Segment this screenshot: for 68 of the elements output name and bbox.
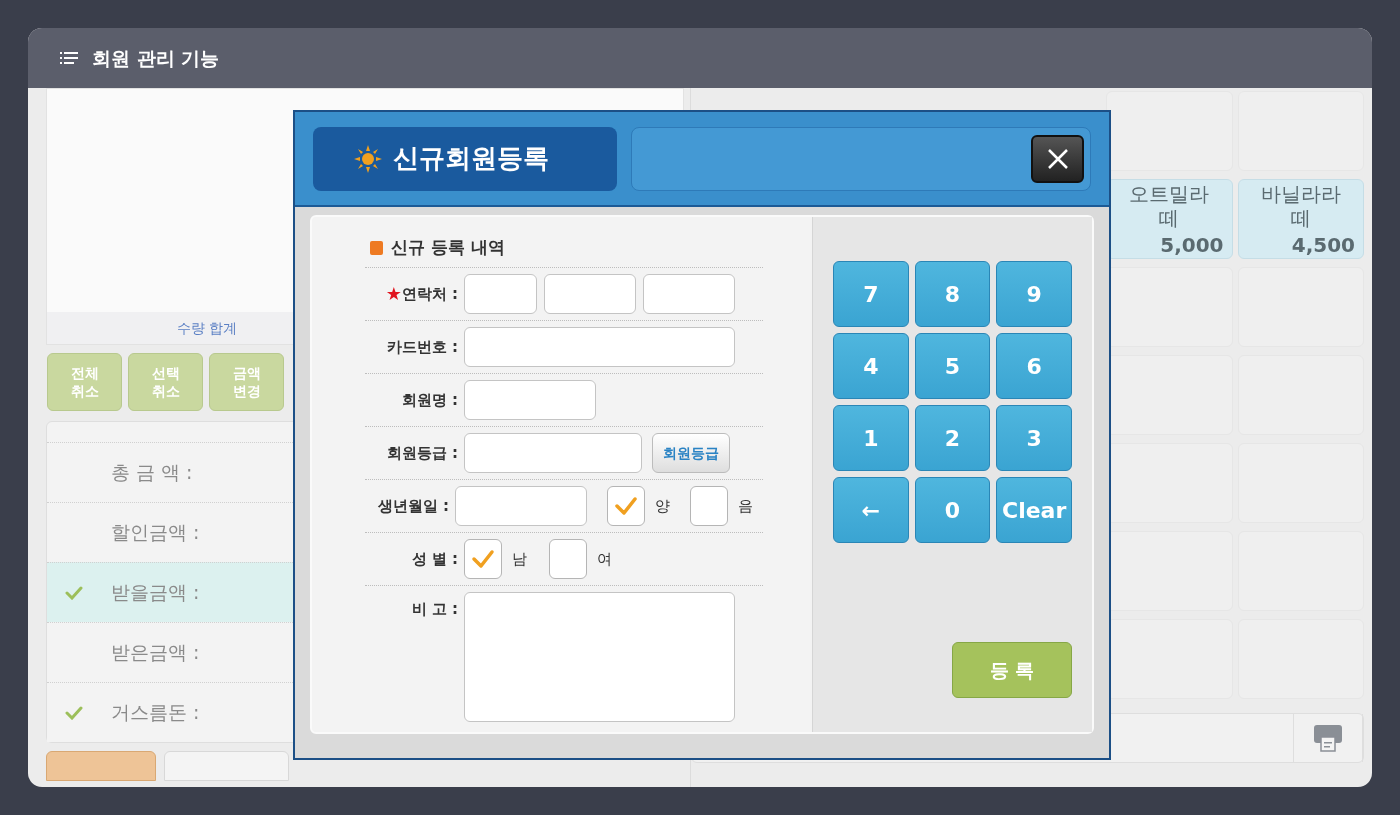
- field-label: 비 고 :: [411, 599, 458, 620]
- keypad-key[interactable]: 5: [914, 333, 991, 399]
- product-tile[interactable]: 바닐라라떼 4,500: [1237, 179, 1364, 259]
- field-label: 카드번호 :: [386, 336, 458, 358]
- checkbox[interactable]: [690, 486, 728, 526]
- list-icon: [60, 51, 78, 65]
- keypad-key[interactable]: 8: [914, 261, 991, 327]
- checkmark-icon: [471, 549, 495, 569]
- keypad-key[interactable]: 4: [833, 333, 909, 399]
- action-button[interactable]: 선택 취소: [128, 353, 203, 411]
- register-button[interactable]: 등 록: [952, 642, 1072, 698]
- keypad-key[interactable]: 7: [833, 261, 909, 327]
- checkmark-icon: [65, 585, 83, 600]
- window-title: 회원 관리 기능: [92, 45, 220, 71]
- keypad-key[interactable]: 1: [833, 405, 909, 471]
- input-field[interactable]: [544, 274, 636, 314]
- field-label: 연락처 :: [401, 283, 458, 305]
- keypad-key[interactable]: 9: [996, 261, 1072, 327]
- input-field[interactable]: [455, 486, 587, 526]
- input-field[interactable]: [643, 274, 735, 314]
- input-field[interactable]: [464, 274, 537, 314]
- summary-label: 총 금 액 :: [110, 460, 193, 486]
- memo-field[interactable]: [464, 592, 735, 722]
- printer-tile[interactable]: [1293, 714, 1363, 762]
- keypad-key[interactable]: 2: [914, 405, 991, 471]
- summary-label: 할인금액 :: [110, 520, 200, 546]
- checkmark-icon: [614, 496, 638, 516]
- product-price: 4,500: [1290, 232, 1355, 258]
- action-button[interactable]: 전체 취소: [47, 353, 122, 411]
- required-mark: ★: [385, 285, 402, 303]
- bullet-icon: [370, 241, 383, 255]
- section-title: 신규 등록 내역: [391, 236, 505, 260]
- summary-label: 받은금액 :: [110, 640, 200, 666]
- close-button[interactable]: [1031, 134, 1084, 183]
- keypad-key[interactable]: 0: [914, 477, 991, 543]
- checkbox[interactable]: [549, 539, 587, 579]
- close-icon: [1045, 146, 1070, 171]
- keypad-key[interactable]: ←: [833, 477, 909, 543]
- checkmark-icon: [65, 705, 83, 720]
- summary-label: 받을금액 :: [110, 580, 200, 606]
- field-label: 생년월일 :: [377, 495, 449, 517]
- quantity-total-label: 수량 합계: [177, 318, 238, 338]
- action-button[interactable]: 금액 변경: [209, 353, 284, 411]
- field-label: 회원등급 :: [386, 442, 458, 464]
- sun-icon: [353, 143, 383, 174]
- field-label: 회원명 :: [401, 389, 458, 411]
- field-label: 성 별 :: [411, 548, 458, 570]
- member-grade-button[interactable]: 회원등급: [652, 433, 730, 473]
- checkbox[interactable]: [464, 539, 502, 579]
- product-name: 바닐라라떼: [1259, 182, 1342, 230]
- keypad-key[interactable]: 3: [996, 405, 1072, 471]
- checkbox[interactable]: [607, 486, 645, 526]
- option-label: 음: [738, 495, 753, 517]
- printer-icon: [1313, 723, 1343, 753]
- option-label: 양: [655, 495, 670, 517]
- input-field[interactable]: [464, 327, 735, 367]
- product-name: 오트밀라떼: [1128, 182, 1211, 230]
- option-label: 남: [512, 548, 527, 570]
- dialog-title: 신규회원등록: [393, 142, 549, 175]
- keypad-key[interactable]: Clear: [996, 477, 1072, 543]
- bottom-button[interactable]: [164, 751, 289, 781]
- keypad-key[interactable]: 6: [996, 333, 1072, 399]
- summary-label: 거스름돈 :: [110, 700, 200, 726]
- option-label: 여: [597, 548, 612, 570]
- product-price: 5,000: [1159, 232, 1224, 258]
- bottom-button[interactable]: [46, 751, 156, 781]
- input-field[interactable]: [464, 380, 596, 420]
- input-field[interactable]: [464, 433, 642, 473]
